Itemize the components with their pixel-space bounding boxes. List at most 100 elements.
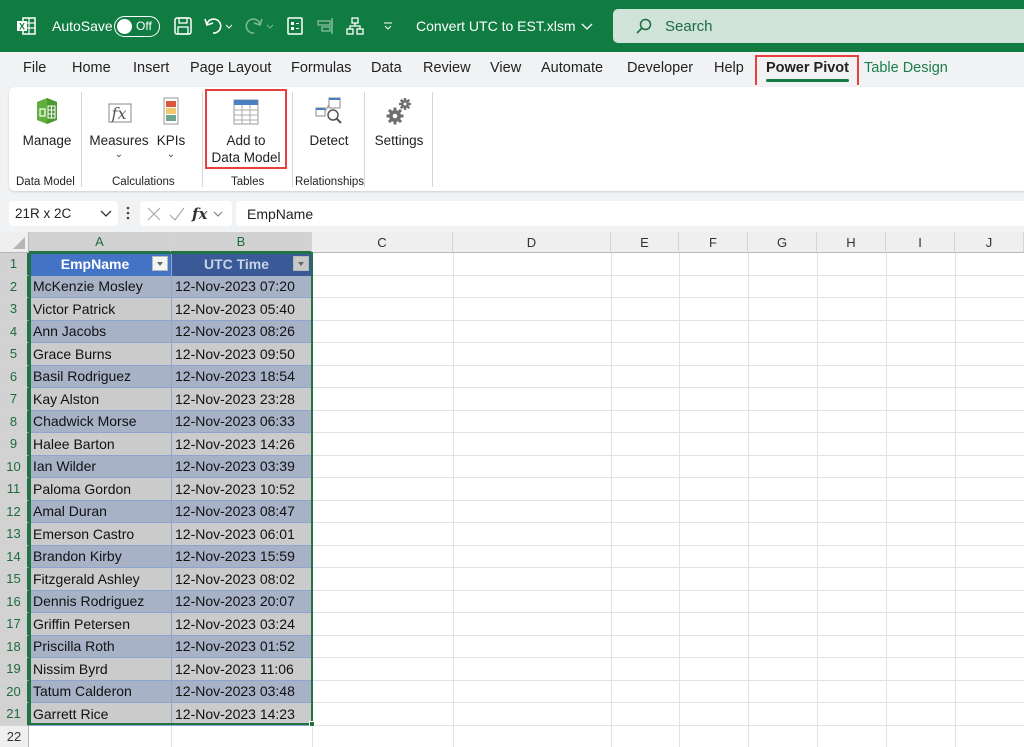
row-header-5[interactable]: 5 (0, 343, 29, 366)
utc-time-cell[interactable]: 12-Nov-2023 08:47 (171, 500, 312, 523)
insert-function-icon[interactable]: fx (192, 205, 207, 223)
utc-time-cell[interactable]: 12-Nov-2023 06:01 (171, 523, 312, 546)
tab-automate[interactable]: Automate (541, 60, 603, 76)
utc-time-cell[interactable]: 12-Nov-2023 14:23 (171, 703, 312, 726)
column-header-g[interactable]: G (748, 232, 817, 253)
tab-insert[interactable]: Insert (133, 60, 169, 76)
row-header-19[interactable]: 19 (0, 658, 29, 681)
row-header-20[interactable]: 20 (0, 680, 29, 703)
row-header-18[interactable]: 18 (0, 635, 29, 658)
utc-time-cell[interactable]: 12-Nov-2023 18:54 (171, 365, 312, 388)
utc-time-cell[interactable]: 12-Nov-2023 08:02 (171, 568, 312, 591)
emp-name-cell[interactable]: Kay Alston (29, 388, 171, 411)
column-header-a[interactable]: A (29, 232, 171, 253)
emp-name-cell[interactable]: Priscilla Roth (29, 635, 171, 658)
autosave-toggle[interactable]: Off (114, 15, 160, 37)
name-box[interactable]: 21R x 2C (9, 201, 118, 226)
file-name-dropdown[interactable]: Convert UTC to EST.xlsm (416, 0, 593, 52)
utc-time-cell[interactable]: 12-Nov-2023 15:59 (171, 545, 312, 568)
fill-handle[interactable] (309, 721, 315, 727)
emp-name-cell[interactable]: Griffin Petersen (29, 613, 171, 636)
column-header-j[interactable]: J (955, 232, 1024, 253)
emp-name-cell[interactable]: Ann Jacobs (29, 320, 171, 343)
row-header-10[interactable]: 10 (0, 455, 29, 478)
emp-name-cell[interactable]: Dennis Rodriguez (29, 590, 171, 613)
filter-dropdown-icon[interactable] (152, 256, 168, 271)
utc-time-cell[interactable]: 12-Nov-2023 20:07 (171, 590, 312, 613)
table-header-cell[interactable]: EmpName (29, 253, 171, 276)
utc-time-cell[interactable]: 12-Nov-2023 01:52 (171, 635, 312, 658)
emp-name-cell[interactable]: McKenzie Mosley (29, 275, 171, 298)
row-header-16[interactable]: 16 (0, 590, 29, 613)
search-box[interactable]: Search (613, 9, 1024, 43)
row-header-9[interactable]: 9 (0, 433, 29, 456)
emp-name-cell[interactable]: Garrett Rice (29, 703, 171, 726)
form-icon[interactable] (286, 0, 304, 52)
customize-qat-icon[interactable] (382, 0, 394, 52)
utc-time-cell[interactable]: 12-Nov-2023 05:40 (171, 298, 312, 321)
utc-time-cell[interactable]: 12-Nov-2023 11:06 (171, 658, 312, 681)
row-header-22[interactable]: 22 (0, 725, 29, 747)
utc-time-cell[interactable]: 12-Nov-2023 07:20 (171, 275, 312, 298)
emp-name-cell[interactable]: Chadwick Morse (29, 410, 171, 433)
emp-name-cell[interactable]: Paloma Gordon (29, 478, 171, 501)
row-header-8[interactable]: 8 (0, 410, 29, 433)
tab-file[interactable]: File (23, 60, 46, 76)
tab-formulas[interactable]: Formulas (291, 60, 351, 76)
utc-time-cell[interactable]: 12-Nov-2023 23:28 (171, 388, 312, 411)
enter-check-icon[interactable] (168, 206, 186, 222)
tab-home[interactable]: Home (72, 60, 111, 76)
tab-help[interactable]: Help (714, 60, 744, 76)
emp-name-cell[interactable]: Basil Rodriguez (29, 365, 171, 388)
tab-table-design[interactable]: Table Design (864, 60, 948, 76)
emp-name-cell[interactable]: Emerson Castro (29, 523, 171, 546)
column-header-c[interactable]: C (312, 232, 453, 253)
row-header-13[interactable]: 13 (0, 523, 29, 546)
hierarchy-icon[interactable] (345, 0, 365, 52)
tab-data[interactable]: Data (371, 60, 402, 76)
utc-time-cell[interactable]: 12-Nov-2023 08:26 (171, 320, 312, 343)
utc-time-cell[interactable]: 12-Nov-2023 06:33 (171, 410, 312, 433)
emp-name-cell[interactable]: Tatum Calderon (29, 680, 171, 703)
emp-name-cell[interactable]: Grace Burns (29, 343, 171, 366)
tab-page-layout[interactable]: Page Layout (190, 60, 271, 76)
more-options-icon[interactable] (126, 205, 130, 226)
emp-name-cell[interactable]: Amal Duran (29, 500, 171, 523)
row-header-4[interactable]: 4 (0, 320, 29, 343)
utc-time-cell[interactable]: 12-Nov-2023 03:39 (171, 455, 312, 478)
emp-name-cell[interactable]: Fitzgerald Ashley (29, 568, 171, 591)
manage-button[interactable]: Manage (23, 93, 71, 149)
emp-name-cell[interactable]: Ian Wilder (29, 455, 171, 478)
row-header-12[interactable]: 12 (0, 500, 29, 523)
tab-review[interactable]: Review (423, 60, 471, 76)
chevron-down-icon[interactable] (213, 209, 223, 219)
filter-dropdown-icon[interactable] (293, 256, 309, 271)
utc-time-cell[interactable]: 12-Nov-2023 10:52 (171, 478, 312, 501)
settings-button[interactable]: Settings (373, 93, 425, 149)
measures-button[interactable]: fx Measures ⌄ (89, 93, 149, 161)
undo-icon[interactable] (203, 0, 233, 52)
row-header-11[interactable]: 11 (0, 478, 29, 501)
table-header-cell[interactable]: UTC Time (171, 253, 312, 276)
select-all-corner[interactable] (0, 232, 29, 253)
save-icon[interactable] (173, 0, 193, 52)
column-header-f[interactable]: F (679, 232, 748, 253)
column-header-h[interactable]: H (817, 232, 886, 253)
row-header-15[interactable]: 15 (0, 568, 29, 591)
column-header-d[interactable]: D (453, 232, 611, 253)
row-header-21[interactable]: 21 (0, 703, 29, 726)
column-header-b[interactable]: B (171, 232, 312, 253)
emp-name-cell[interactable]: Nissim Byrd (29, 658, 171, 681)
row-header-1[interactable]: 1 (0, 253, 29, 276)
kpis-button[interactable]: KPIs ⌄ (156, 93, 186, 161)
utc-time-cell[interactable]: 12-Nov-2023 14:26 (171, 433, 312, 456)
row-header-3[interactable]: 3 (0, 298, 29, 321)
emp-name-cell[interactable]: Halee Barton (29, 433, 171, 456)
utc-time-cell[interactable]: 12-Nov-2023 03:48 (171, 680, 312, 703)
utc-time-cell[interactable]: 12-Nov-2023 03:24 (171, 613, 312, 636)
tab-developer[interactable]: Developer (627, 60, 693, 76)
row-header-17[interactable]: 17 (0, 613, 29, 636)
formula-input[interactable]: EmpName (236, 201, 1024, 226)
emp-name-cell[interactable]: Victor Patrick (29, 298, 171, 321)
cancel-icon[interactable] (146, 206, 162, 222)
